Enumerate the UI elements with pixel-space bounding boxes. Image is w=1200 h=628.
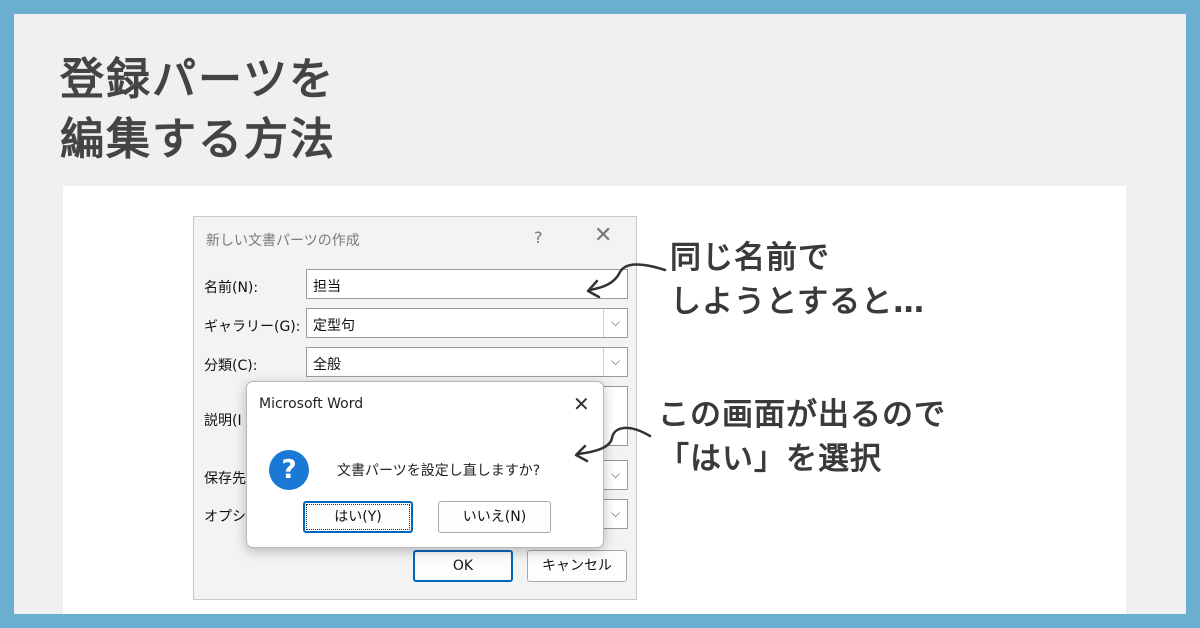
curved-arrow-icon	[574, 426, 652, 463]
